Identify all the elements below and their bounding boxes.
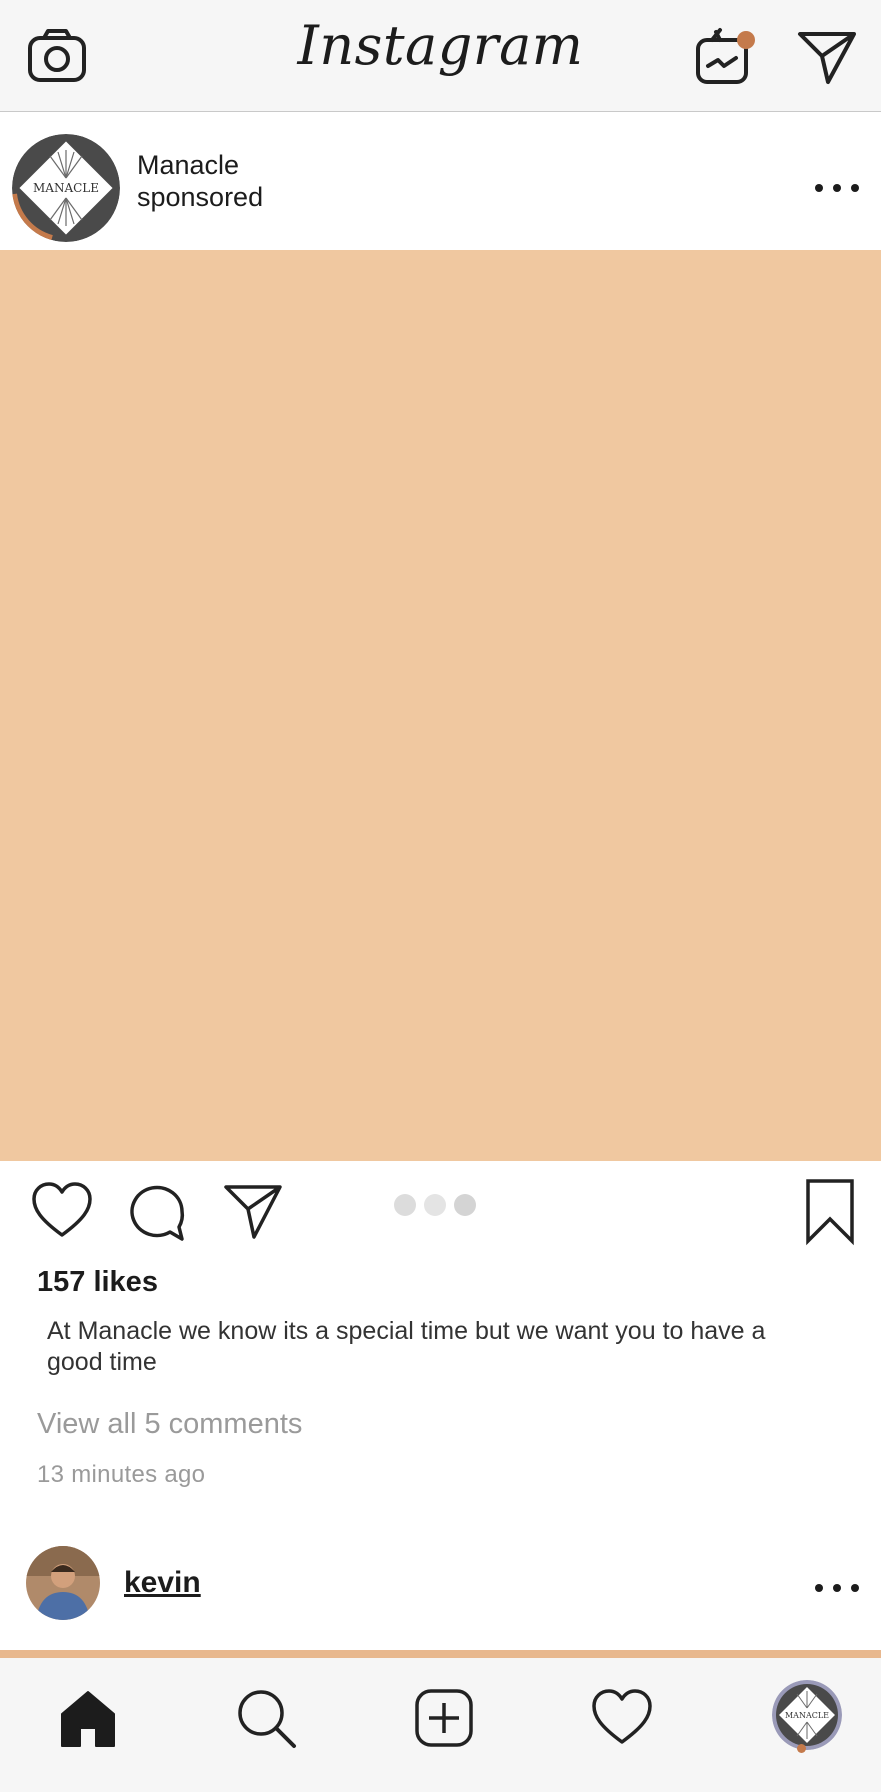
- top-app-bar: Instagram: [0, 0, 881, 112]
- home-icon[interactable]: [56, 1686, 120, 1750]
- more-options-button[interactable]: [815, 1578, 859, 1598]
- post-media[interactable]: [0, 250, 881, 1161]
- bookmark-icon[interactable]: [798, 1177, 862, 1247]
- view-comments-link[interactable]: View all 5 comments: [37, 1408, 302, 1441]
- dot: [833, 184, 841, 192]
- post-timestamp: 13 minutes ago: [37, 1461, 206, 1488]
- post-actions: [0, 1161, 881, 1271]
- paper-plane-icon[interactable]: [796, 26, 858, 88]
- next-post-media-edge: [0, 1650, 881, 1658]
- carousel-dot: [394, 1194, 416, 1216]
- dot: [815, 1584, 823, 1592]
- share-icon[interactable]: [222, 1179, 286, 1243]
- likes-count[interactable]: 157 likes: [37, 1266, 158, 1299]
- user-avatar[interactable]: [26, 1546, 100, 1620]
- next-post-username[interactable]: kevin: [124, 1566, 201, 1600]
- carousel-dot: [454, 1194, 476, 1216]
- search-icon[interactable]: [234, 1686, 298, 1750]
- carousel-indicator: [394, 1194, 476, 1216]
- account-name[interactable]: Manacle: [137, 150, 239, 181]
- post-caption: At Manacle we know its a special time bu…: [47, 1317, 766, 1376]
- dot: [851, 1584, 859, 1592]
- notification-dot: [737, 31, 755, 49]
- account-avatar[interactable]: MANACLE: [12, 134, 120, 242]
- more-options-button[interactable]: [815, 178, 859, 198]
- bottom-nav: MANACLE: [0, 1658, 881, 1792]
- svg-text:MANACLE: MANACLE: [785, 1711, 829, 1720]
- comment-icon[interactable]: [126, 1179, 190, 1243]
- heart-icon[interactable]: [30, 1179, 94, 1243]
- dot: [815, 184, 823, 192]
- heart-icon[interactable]: [590, 1686, 654, 1750]
- igtv-icon[interactable]: [694, 26, 756, 88]
- svg-text:MANACLE: MANACLE: [33, 181, 99, 195]
- sponsored-label: sponsored: [137, 182, 264, 212]
- next-post-header: kevin: [0, 1532, 881, 1650]
- activity-dot: [797, 1744, 806, 1753]
- dot: [833, 1584, 841, 1592]
- post-header: MANACLE Manacle sponsored: [0, 112, 881, 250]
- dot: [851, 184, 859, 192]
- carousel-dot: [424, 1194, 446, 1216]
- profile-avatar[interactable]: MANACLE: [772, 1680, 842, 1750]
- add-post-icon[interactable]: [412, 1686, 476, 1750]
